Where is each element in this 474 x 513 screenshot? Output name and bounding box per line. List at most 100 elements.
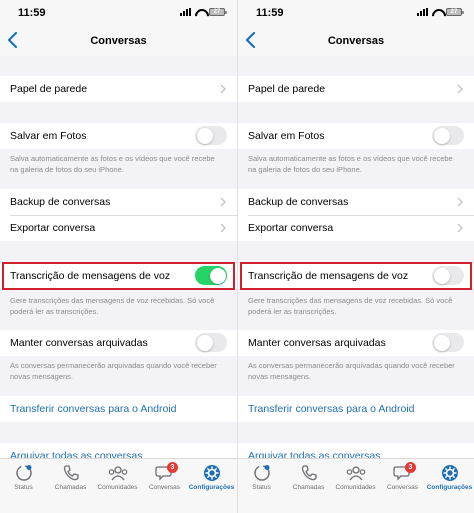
backup-row[interactable]: Backup de conversas bbox=[0, 189, 237, 215]
phone-icon bbox=[301, 465, 317, 481]
phone-icon bbox=[63, 465, 79, 481]
backup-row[interactable]: Backup de conversas bbox=[238, 189, 474, 215]
wallpaper-row[interactable]: Papel de parede bbox=[238, 76, 474, 102]
save-photos-row: Salvar em Fotos bbox=[238, 123, 474, 149]
wifi-icon bbox=[195, 9, 205, 16]
transfer-group: Transferir conversas para o Android bbox=[0, 396, 237, 422]
toggle-knob bbox=[433, 127, 450, 144]
wallpaper-label: Papel de parede bbox=[10, 83, 88, 95]
backup-label: Backup de conversas bbox=[10, 196, 111, 208]
keep-archived-footnote: As conversas permanecerão arquivadas qua… bbox=[10, 361, 217, 381]
transfer-android-link[interactable]: Transferir conversas para o Android bbox=[238, 396, 474, 422]
save-photos-group: Salvar em Fotos bbox=[238, 123, 474, 149]
chevron-right-icon bbox=[220, 223, 226, 233]
export-label: Exportar conversa bbox=[248, 222, 334, 234]
transfer-android-link[interactable]: Transferir conversas para o Android bbox=[0, 396, 237, 422]
wallpaper-row[interactable]: Papel de parede bbox=[0, 76, 237, 102]
chevron-right-icon bbox=[457, 197, 463, 207]
tab-chats[interactable]: 3 Conversas bbox=[379, 462, 426, 491]
tab-status-label: Status bbox=[252, 484, 271, 491]
backup-export-group: Backup de conversas Exportar conversa bbox=[0, 189, 237, 241]
save-photos-toggle[interactable] bbox=[432, 126, 464, 145]
tab-status-label: Status bbox=[14, 484, 33, 491]
settings-gear-icon bbox=[203, 465, 220, 481]
transfer-group: Transferir conversas para o Android bbox=[238, 396, 474, 422]
transcription-footnote: Gere transcrições das mensagens de voz r… bbox=[10, 296, 215, 316]
chevron-right-icon bbox=[457, 223, 463, 233]
save-photos-group: Salvar em Fotos bbox=[0, 123, 237, 149]
tab-settings[interactable]: Configurações bbox=[426, 464, 473, 491]
export-row[interactable]: Exportar conversa bbox=[0, 215, 237, 241]
save-photos-label: Salvar em Fotos bbox=[248, 130, 325, 142]
chats-badge: 3 bbox=[167, 462, 178, 473]
backup-export-group: Backup de conversas Exportar conversa bbox=[238, 189, 474, 241]
tab-communities[interactable]: Comunidades bbox=[332, 464, 379, 491]
highlight-box bbox=[2, 262, 235, 290]
keep-archived-toggle[interactable] bbox=[195, 333, 227, 352]
save-photos-label: Salvar em Fotos bbox=[10, 130, 87, 142]
chats-badge: 3 bbox=[405, 462, 416, 473]
tab-status[interactable]: Status bbox=[0, 464, 47, 491]
toggle-knob bbox=[433, 334, 450, 351]
tab-settings[interactable]: Configurações bbox=[188, 464, 235, 491]
export-label: Exportar conversa bbox=[10, 222, 96, 234]
wallpaper-label: Papel de parede bbox=[248, 83, 326, 95]
tab-communities[interactable]: Comunidades bbox=[94, 464, 141, 491]
tab-bar: Status Chamadas Comunidades 3 Conversas … bbox=[0, 458, 237, 513]
keep-archived-label: Manter conversas arquivadas bbox=[10, 337, 148, 349]
save-photos-footnote: Salva automaticamente as fotos e os víde… bbox=[10, 154, 215, 174]
save-photos-toggle[interactable] bbox=[195, 126, 227, 145]
battery-icon: 27 bbox=[446, 8, 464, 16]
keep-archived-toggle[interactable] bbox=[432, 333, 464, 352]
tab-settings-label: Configurações bbox=[426, 484, 473, 491]
tab-calls[interactable]: Chamadas bbox=[285, 464, 332, 491]
communities-icon bbox=[346, 466, 365, 481]
communities-icon bbox=[108, 466, 127, 481]
keep-archived-label: Manter conversas arquivadas bbox=[248, 337, 386, 349]
tab-settings-label: Configurações bbox=[188, 484, 235, 491]
phone-screen-right: 11:59 27 Conversas Papel de parede Salva… bbox=[237, 0, 474, 513]
tab-calls-label: Chamadas bbox=[292, 484, 325, 491]
toggle-knob bbox=[196, 334, 213, 351]
keep-archived-row: Manter conversas arquivadas bbox=[0, 330, 237, 356]
export-row[interactable]: Exportar conversa bbox=[238, 215, 474, 241]
keep-archived-group: Manter conversas arquivadas bbox=[238, 330, 474, 356]
tab-communities-label: Comunidades bbox=[335, 484, 376, 491]
keep-archived-footnote: As conversas permanecerão arquivadas qua… bbox=[248, 361, 455, 381]
tab-communities-label: Comunidades bbox=[97, 484, 138, 491]
status-bar: 11:59 27 bbox=[0, 0, 237, 26]
page-title: Conversas bbox=[327, 35, 385, 47]
signal-icon bbox=[417, 8, 428, 16]
page-title: Conversas bbox=[90, 35, 147, 47]
save-photos-row: Salvar em Fotos bbox=[0, 123, 237, 149]
phone-screen-left: 11:59 27 Conversas Papel de parede Salva… bbox=[0, 0, 237, 513]
tab-status[interactable]: Status bbox=[238, 464, 285, 491]
tab-chats-label: Conversas bbox=[386, 484, 419, 491]
status-icons: 27 bbox=[417, 8, 464, 16]
signal-icon bbox=[180, 8, 191, 16]
settings-gear-icon bbox=[441, 465, 458, 481]
save-photos-footnote: Salva automaticamente as fotos e os víde… bbox=[248, 154, 453, 174]
chevron-right-icon bbox=[220, 84, 226, 94]
chevron-right-icon bbox=[457, 84, 463, 94]
status-bar: 11:59 27 bbox=[238, 0, 474, 26]
battery-icon: 27 bbox=[209, 8, 227, 16]
status-icons: 27 bbox=[180, 8, 227, 16]
tab-calls[interactable]: Chamadas bbox=[47, 464, 94, 491]
chevron-right-icon bbox=[220, 197, 226, 207]
navigation-bar: Conversas bbox=[238, 26, 474, 56]
navigation-bar: Conversas bbox=[0, 26, 237, 56]
tab-chats[interactable]: 3 Conversas bbox=[141, 462, 188, 491]
backup-label: Backup de conversas bbox=[248, 196, 349, 208]
wallpaper-group: Papel de parede bbox=[0, 76, 237, 102]
status-time: 11:59 bbox=[18, 7, 46, 19]
keep-archived-row: Manter conversas arquivadas bbox=[238, 330, 474, 356]
highlight-box bbox=[240, 262, 472, 290]
status-icon bbox=[253, 465, 270, 481]
status-icon bbox=[15, 465, 32, 481]
wallpaper-group: Papel de parede bbox=[238, 76, 474, 102]
wifi-icon bbox=[432, 9, 442, 16]
transcription-footnote: Gere transcrições das mensagens de voz r… bbox=[248, 296, 453, 316]
status-time: 11:59 bbox=[256, 7, 284, 19]
tab-chats-label: Conversas bbox=[148, 484, 181, 491]
